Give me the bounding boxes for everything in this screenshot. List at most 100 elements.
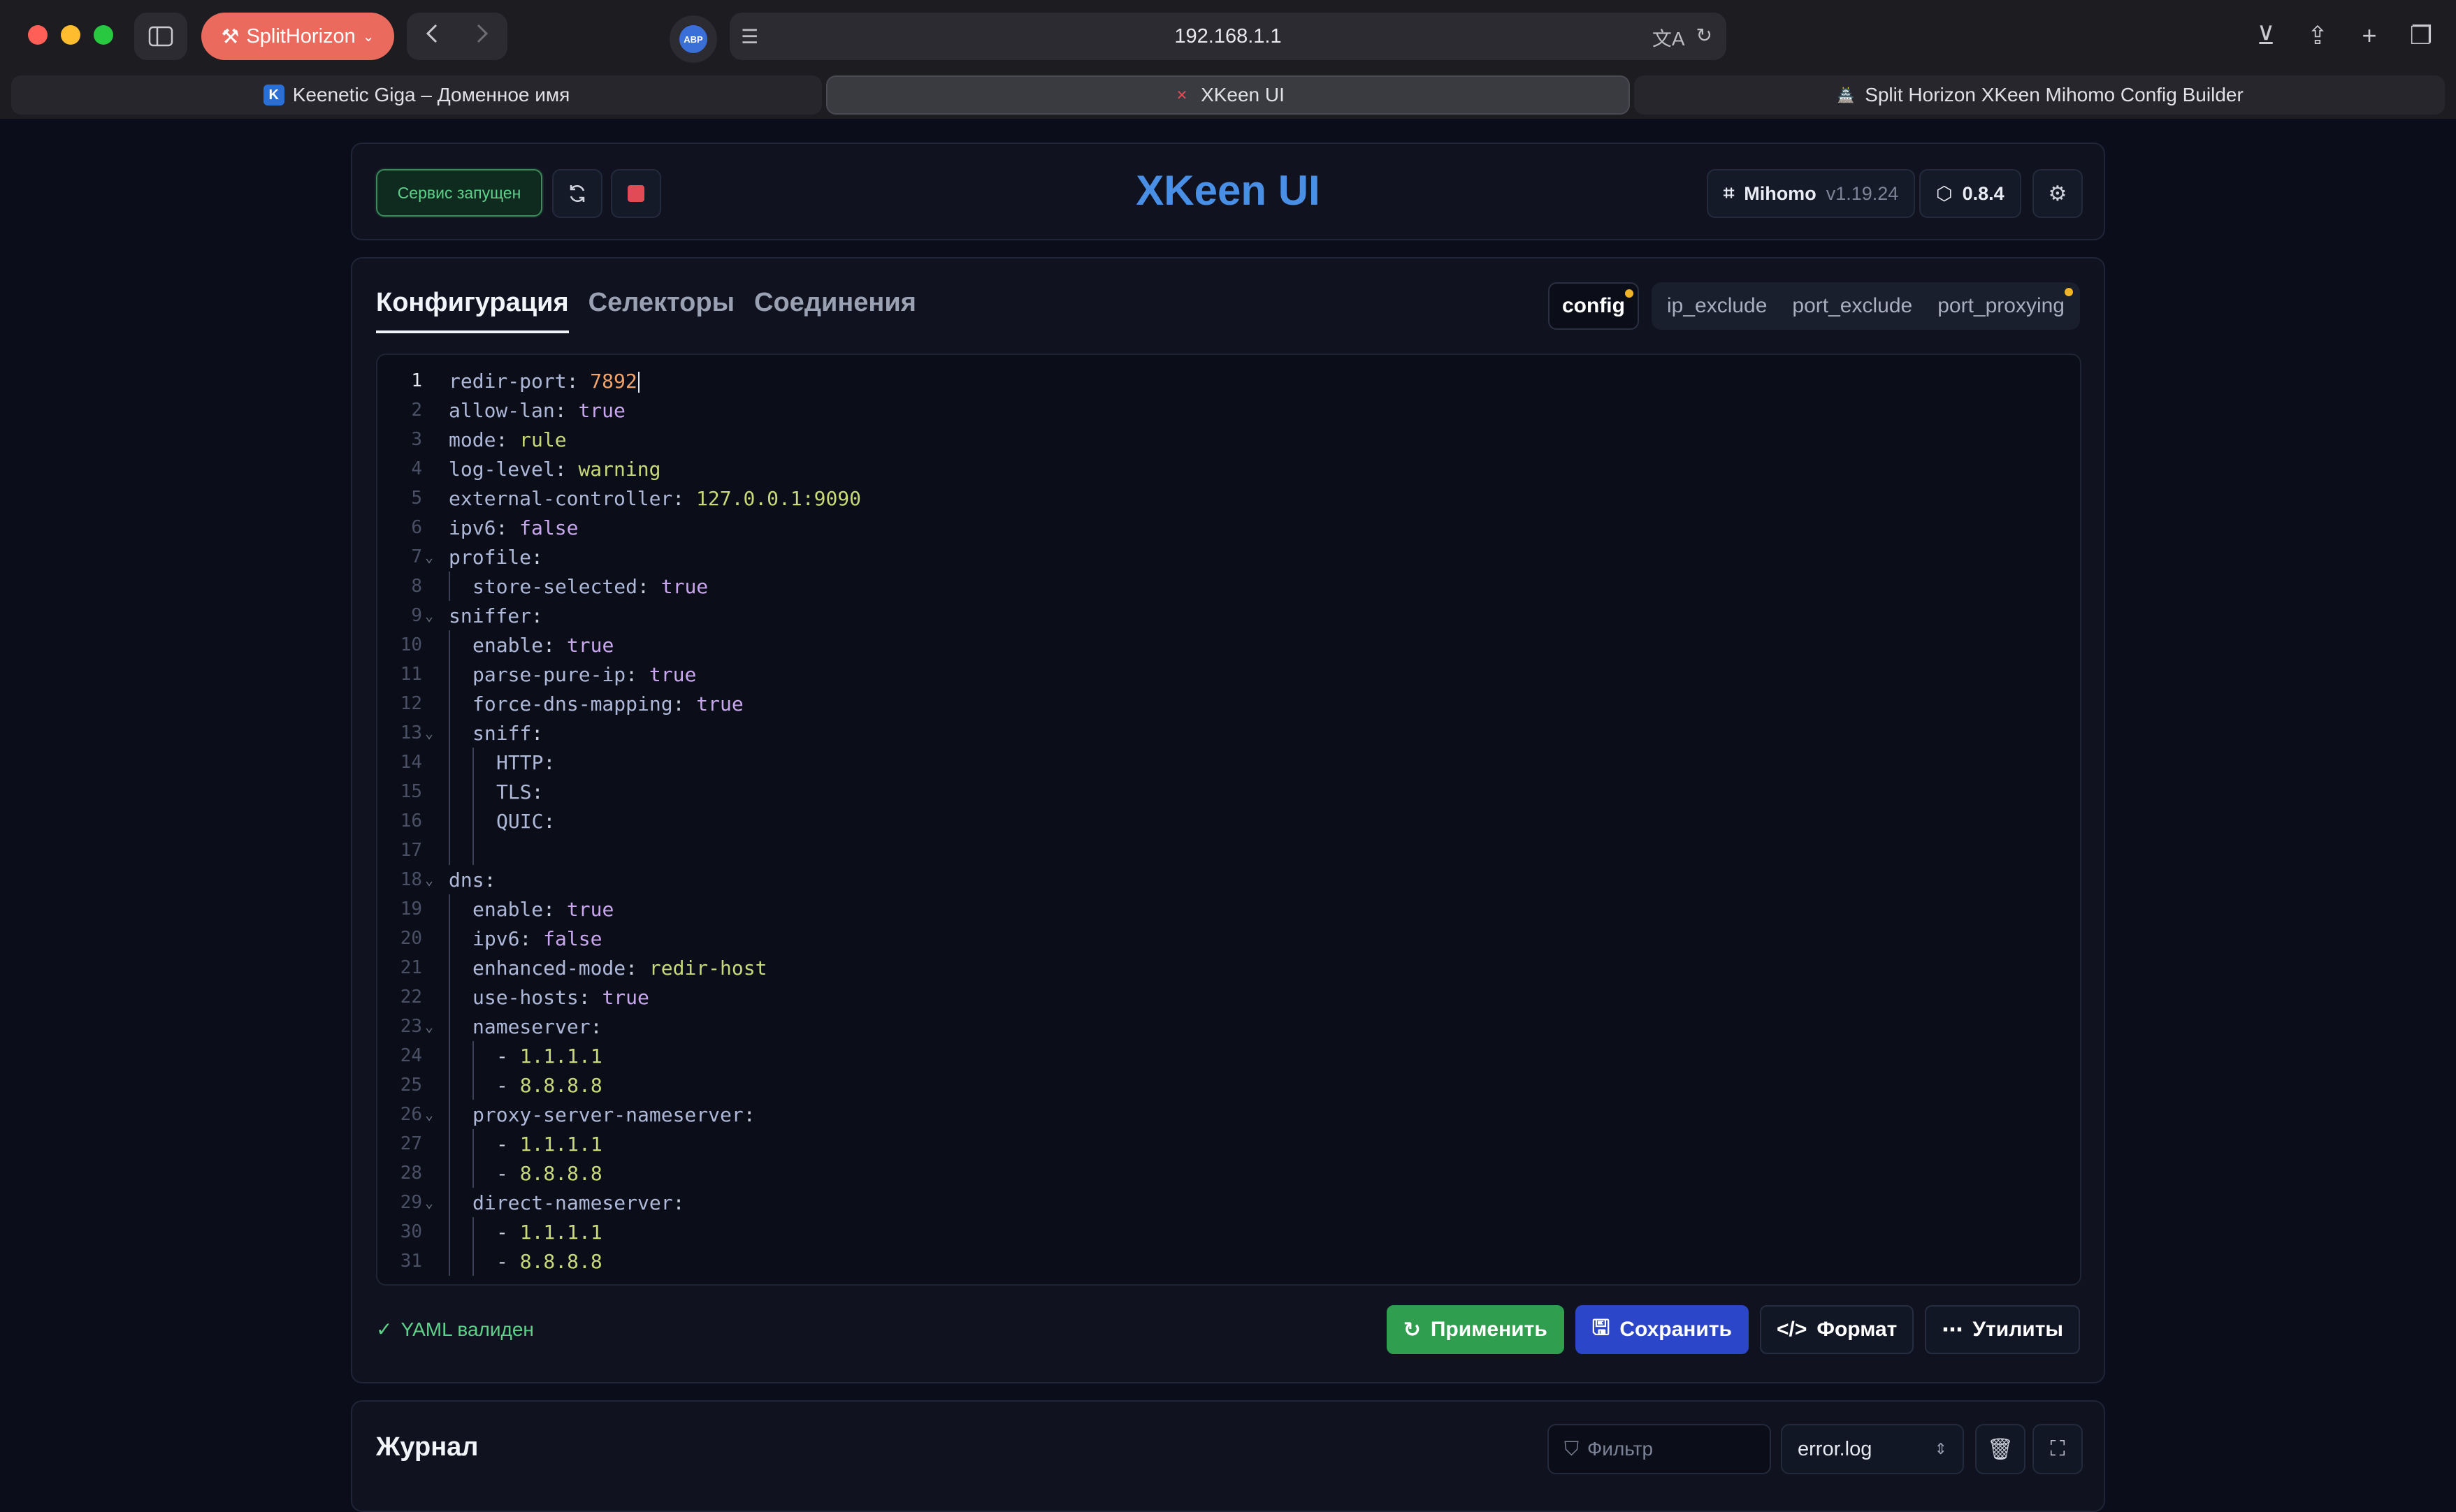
tab-overview-icon[interactable]: ❐	[2407, 15, 2435, 56]
fold-chevron-icon[interactable]: ⌄	[422, 1106, 436, 1123]
line-number: 26	[400, 1104, 422, 1125]
fold-chevron-icon[interactable]: ⌄	[422, 725, 436, 741]
colon: :	[531, 545, 543, 569]
format-button[interactable]: </> Формат	[1759, 1305, 1914, 1354]
editor-line[interactable]: 9 ⌄ sniffer:	[377, 601, 2080, 630]
sidebar-icon	[148, 26, 173, 47]
modified-indicator	[1624, 289, 1633, 298]
editor-line[interactable]: 14 HTTP:	[377, 748, 2080, 777]
editor-line[interactable]: 24 - 1.1.1.1	[377, 1041, 2080, 1070]
clear-log-button[interactable]: 🗑	[1975, 1424, 2025, 1474]
file-tab-group: ip_exclude port_exclude port_proxying	[1651, 282, 2080, 330]
fold-chevron-icon[interactable]: ⌄	[422, 607, 436, 624]
colon: :	[543, 809, 556, 833]
fold-chevron-icon[interactable]: ⌄	[422, 871, 436, 888]
fold-chevron-icon[interactable]: ⌄	[422, 1018, 436, 1035]
editor-line[interactable]: 26 ⌄ proxy-server-nameserver:	[377, 1100, 2080, 1129]
indent-guide	[449, 660, 450, 689]
yaml-editor[interactable]: 1 redir-port: 7892 2 allow-lan: true 3 mode: …	[376, 354, 2081, 1286]
editor-line[interactable]: 22 use-hosts: true	[377, 982, 2080, 1012]
editor-line[interactable]: 20 ipv6: false	[377, 924, 2080, 953]
fold-chevron-icon[interactable]: ⌄	[422, 548, 436, 565]
settings-button[interactable]: ⚙	[2032, 169, 2083, 218]
ui-version-chip[interactable]: ⬡ 0.8.4	[1919, 169, 2021, 218]
save-button[interactable]: 🖫 Сохранить	[1575, 1305, 1749, 1354]
close-window-button[interactable]	[28, 25, 48, 45]
chevron-down-icon: ⌄	[362, 29, 375, 45]
page-menu-icon[interactable]: ☰	[741, 25, 758, 48]
line-number: 24	[400, 1045, 422, 1066]
share-icon[interactable]: ⇪	[2304, 15, 2332, 56]
file-tab-ip-exclude[interactable]: ip_exclude	[1654, 282, 1779, 330]
log-file-select[interactable]: error.log ⇕	[1781, 1424, 1964, 1474]
new-tab-icon[interactable]: +	[2355, 15, 2383, 56]
indent-guide	[472, 1129, 474, 1158]
reload-icon[interactable]: ↻	[1696, 24, 1712, 52]
indent-guide	[449, 572, 450, 601]
log-filter-input[interactable]: ⛉ Фильтр	[1547, 1424, 1771, 1474]
utilities-button[interactable]: ⋯ Утилиты	[1925, 1305, 2080, 1354]
editor-line[interactable]: 29 ⌄ direct-nameserver:	[377, 1188, 2080, 1217]
editor-line[interactable]: 8 store-selected: true	[377, 572, 2080, 601]
editor-line[interactable]: 17	[377, 836, 2080, 865]
indent-guide	[472, 1217, 474, 1246]
editor-line[interactable]: 4 log-level: warning	[377, 454, 2080, 484]
colon: :	[543, 897, 567, 921]
editor-line[interactable]: 7 ⌄ profile:	[377, 542, 2080, 572]
editor-line[interactable]: 13 ⌄ sniff:	[377, 718, 2080, 748]
back-button[interactable]	[407, 23, 457, 50]
editor-line[interactable]: 30 - 1.1.1.1	[377, 1217, 2080, 1246]
editor-line[interactable]: 18 ⌄ dns:	[377, 865, 2080, 894]
editor-line[interactable]: 25 - 8.8.8.8	[377, 1070, 2080, 1100]
editor-line[interactable]: 11 parse-pure-ip: true	[377, 660, 2080, 689]
tab-configuration[interactable]: Конфигурация	[376, 288, 569, 333]
core-version-chip[interactable]: ⌗ Mihomo v1.19.24	[1707, 169, 1916, 218]
tab-selectors[interactable]: Селекторы	[588, 288, 735, 333]
tab-title: Keenetic Giga – Доменное имя	[292, 84, 570, 106]
fold-chevron-icon[interactable]: ⌄	[422, 1194, 436, 1211]
downloads-icon[interactable]: ⊻	[2252, 15, 2280, 56]
code-text: - 1.1.1.1	[436, 1133, 602, 1156]
browser-tab-xkeen[interactable]: ✕ XKeen UI	[826, 75, 1630, 115]
editor-line[interactable]: 6 ipv6: false	[377, 513, 2080, 542]
profile-button[interactable]: ⚒ SplitHorizon ⌄	[201, 13, 394, 60]
file-tab-port-proxying[interactable]: port_proxying	[1925, 282, 2077, 330]
editor-line[interactable]: 1 redir-port: 7892	[377, 366, 2080, 395]
browser-tab-split-horizon[interactable]: 🏯 Split Horizon XKeen Mihomo Config Buil…	[1634, 75, 2445, 115]
address-bar[interactable]: ☰ 192.168.1.1 文A ↻	[730, 13, 1726, 60]
editor-line[interactable]: 16 QUIC:	[377, 806, 2080, 836]
translate-icon[interactable]: 文A	[1652, 24, 1685, 52]
ui-version: 0.8.4	[1962, 182, 2004, 204]
minimize-window-button[interactable]	[61, 25, 80, 45]
tab-title: XKeen UI	[1201, 84, 1285, 106]
editor-line[interactable]: 2 allow-lan: true	[377, 395, 2080, 425]
fullscreen-log-button[interactable]: ⛶	[2032, 1424, 2083, 1474]
adblock-extension-button[interactable]: ABP	[670, 15, 717, 63]
code-text: log-level: warning	[436, 458, 660, 481]
editor-line[interactable]: 19 enable: true	[377, 894, 2080, 924]
validation-status: ✓ YAML валиден	[376, 1318, 534, 1341]
editor-line[interactable]: 27 - 1.1.1.1	[377, 1129, 2080, 1158]
editor-line[interactable]: 21 enhanced-mode: redir-host	[377, 953, 2080, 982]
editor-line[interactable]: 3 mode: rule	[377, 425, 2080, 454]
editor-line[interactable]: 5 external-controller: 127.0.0.1:9090	[377, 484, 2080, 513]
code-text: profile:	[436, 546, 543, 569]
editor-footer: ✓ YAML валиден ↻ Применить 🖫 Сохранить <…	[376, 1305, 2080, 1355]
yaml-value: 127.0.0.1:9090	[696, 486, 862, 510]
editor-line[interactable]: 12 force-dns-mapping: true	[377, 689, 2080, 718]
editor-line[interactable]: 23 ⌄ nameserver:	[377, 1012, 2080, 1041]
browser-tab-keenetic[interactable]: K Keenetic Giga – Доменное имя	[11, 75, 822, 115]
editor-line[interactable]: 28 - 8.8.8.8	[377, 1158, 2080, 1188]
file-tab-config[interactable]: config	[1547, 282, 1639, 330]
sidebar-toggle-button[interactable]	[134, 13, 187, 60]
profile-label: SplitHorizon	[246, 24, 356, 48]
editor-line[interactable]: 10 enable: true	[377, 630, 2080, 660]
tab-connections[interactable]: Соединения	[754, 288, 916, 333]
editor-line[interactable]: 31 - 8.8.8.8	[377, 1246, 2080, 1276]
apply-button[interactable]: ↻ Применить	[1386, 1305, 1564, 1354]
colon: :	[531, 604, 543, 627]
forward-button[interactable]	[457, 23, 507, 50]
file-tab-port-exclude[interactable]: port_exclude	[1779, 282, 1925, 330]
zoom-window-button[interactable]	[94, 25, 113, 45]
editor-line[interactable]: 15 TLS:	[377, 777, 2080, 806]
